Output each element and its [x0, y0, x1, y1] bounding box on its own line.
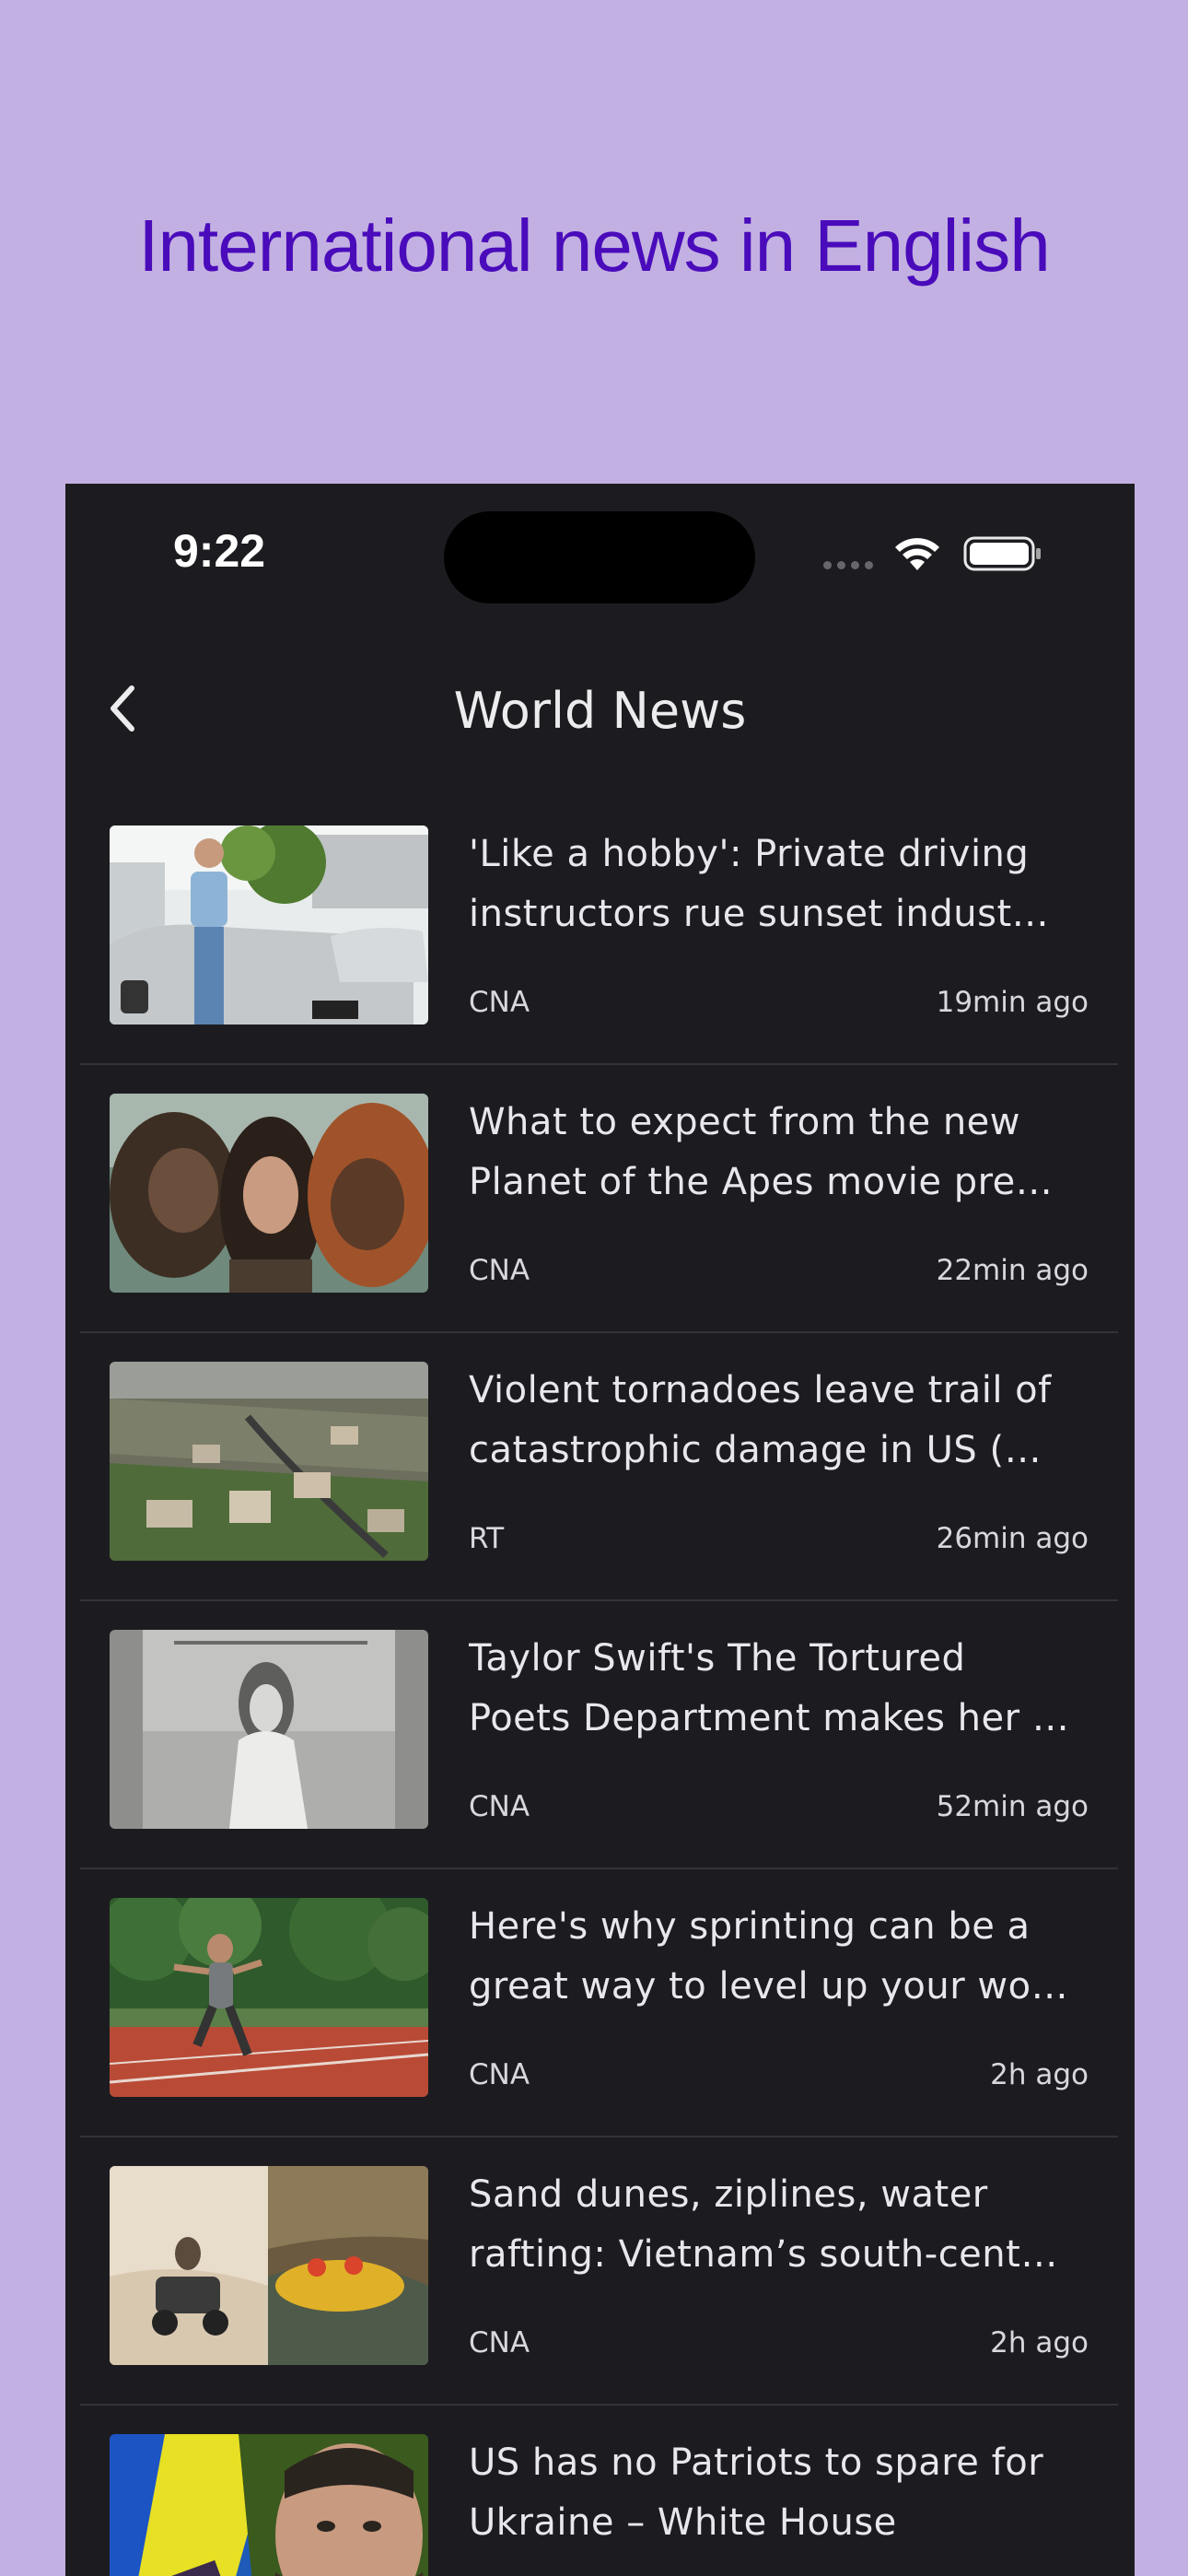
- article-thumbnail: [110, 2434, 428, 2576]
- article-time: 2h ago: [990, 2058, 1089, 2091]
- news-list: 'Like a hobby': Private driving instruct…: [65, 797, 1135, 2576]
- article-thumbnail: [110, 1094, 428, 1293]
- news-list-item[interactable]: What to expect from the new Planet of th…: [65, 1065, 1135, 1333]
- article-title: Violent tornadoes leave trail of catastr…: [469, 1369, 1052, 1471]
- news-list-item[interactable]: Here's why sprinting can be a great way …: [65, 1869, 1135, 2137]
- signal-dots-icon: [823, 561, 873, 569]
- battery-icon: [963, 536, 1041, 571]
- article-source: CNA: [469, 2058, 530, 2091]
- article-time: 19min ago: [936, 986, 1089, 1019]
- article-source: CNA: [469, 1790, 530, 1823]
- news-list-item[interactable]: Sand dunes, ziplines, water rafting: Vie…: [65, 2137, 1135, 2406]
- wifi-icon: [895, 538, 939, 570]
- article-source: RT: [469, 1522, 505, 1555]
- dynamic-island: [444, 511, 755, 603]
- article-thumbnail: [110, 825, 428, 1025]
- article-time: 52min ago: [936, 1790, 1089, 1823]
- article-thumbnail: [110, 1630, 428, 1829]
- phone-screen: 9:22 World News 'Like a hobby': Private …: [65, 484, 1135, 2576]
- article-time: 22min ago: [936, 1254, 1089, 1287]
- news-list-item[interactable]: Taylor Swift's The Tortured Poets Depart…: [65, 1601, 1135, 1869]
- article-title: What to expect from the new Planet of th…: [469, 1101, 1054, 1203]
- article-time: 2h ago: [990, 2326, 1089, 2359]
- article-title: Here's why sprinting can be a great way …: [469, 1905, 1069, 2008]
- news-list-item[interactable]: 'Like a hobby': Private driving instruct…: [65, 797, 1135, 1065]
- article-time: 26min ago: [936, 1522, 1089, 1555]
- status-bar: 9:22: [65, 484, 1135, 631]
- article-title: US has no Patriots to spare for Ukraine …: [469, 2441, 1044, 2544]
- status-time: 9:22: [173, 525, 266, 577]
- page-title: World News: [453, 682, 747, 740]
- promo-headline: International news in English: [138, 205, 1050, 287]
- article-title: Taylor Swift's The Tortured Poets Depart…: [469, 1637, 1070, 1739]
- article-source: CNA: [469, 1254, 530, 1287]
- article-thumbnail: [110, 1362, 428, 1561]
- article-thumbnail: [110, 2166, 428, 2365]
- article-source: CNA: [469, 986, 530, 1019]
- article-title: Sand dunes, ziplines, water rafting: Vie…: [469, 2173, 1058, 2276]
- article-thumbnail: [110, 1898, 428, 2097]
- article-source: CNA: [469, 2326, 530, 2359]
- article-title: 'Like a hobby': Private driving instruct…: [469, 833, 1050, 935]
- news-list-item[interactable]: Violent tornadoes leave trail of catastr…: [65, 1333, 1135, 1601]
- news-list-item[interactable]: US has no Patriots to spare for Ukraine …: [65, 2406, 1135, 2576]
- navigation-bar: World News: [65, 631, 1135, 788]
